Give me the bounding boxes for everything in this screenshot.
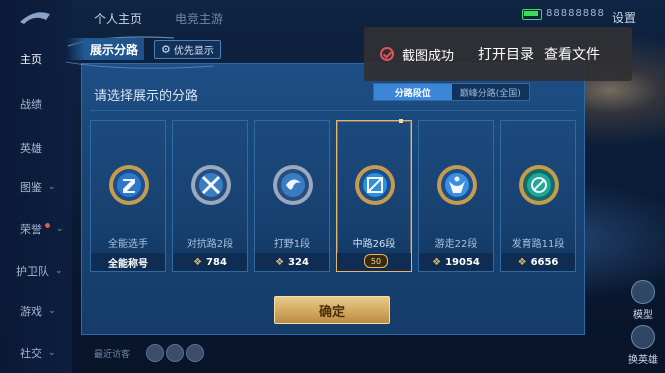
lane-card-mid[interactable]: 中路26段 50	[336, 119, 412, 272]
open-directory-button[interactable]: 打开目录	[478, 44, 534, 64]
gem-icon: ❖	[193, 256, 203, 268]
lane-card-footer: ❖ 324	[255, 253, 329, 271]
farm-lane-emblem-icon	[519, 165, 559, 205]
sidebar-item-home[interactable]: 主页	[0, 48, 72, 70]
avatar[interactable]	[166, 344, 184, 362]
sidebar-item-hero[interactable]: 英雄	[0, 137, 72, 159]
lane-card-all-round[interactable]: 全能选手 全能称号	[90, 120, 166, 272]
lane-card-footer: ❖ 19054	[419, 253, 493, 271]
sidebar-item-guard[interactable]: 护卫队 ⌄	[0, 260, 72, 282]
lane-card-jungle[interactable]: 打野1段 ❖ 324	[254, 120, 330, 272]
sidebar-item-codex[interactable]: 图鉴 ⌄	[0, 176, 72, 198]
avatar[interactable]	[146, 344, 164, 362]
chevron-down-icon: ⌄	[48, 182, 56, 192]
sidebar-item-game[interactable]: 游戏 ⌄	[0, 300, 72, 322]
lane-card-footer: 全能称号	[91, 253, 165, 271]
model-button[interactable]: 模型	[626, 280, 660, 321]
toast-message: 截图成功	[402, 48, 455, 64]
screenshot-toast: 截图成功 打开目录 查看文件	[364, 27, 632, 81]
avatar[interactable]	[186, 344, 204, 362]
tab-personal-home[interactable]: 个人主页	[94, 10, 142, 27]
rank-badge: 50	[364, 254, 388, 268]
all-round-emblem-icon	[109, 165, 149, 205]
gem-icon: ❖	[432, 256, 442, 268]
change-hero-icon	[631, 325, 655, 349]
status-digits: 88888888	[546, 8, 605, 19]
tab-peak-lane[interactable]: 巅峰分路(全国)	[452, 84, 530, 100]
confirm-button[interactable]: 确定	[274, 296, 390, 324]
sidebar-item-social[interactable]: 社交 ⌄	[0, 342, 72, 364]
lane-card-footer: ❖ 784	[173, 253, 247, 271]
view-file-button[interactable]: 查看文件	[544, 44, 600, 64]
tab-lane-rank[interactable]: 分路段位	[374, 84, 452, 100]
chevron-down-icon: ⌄	[55, 266, 63, 276]
gear-icon: ⚙	[161, 43, 171, 56]
sidebar: 主页 战绩 英雄 图鉴 ⌄ 荣誉 ⌄ 护卫队 ⌄ 游戏 ⌄ 社交 ⌄	[0, 0, 72, 373]
lane-tab-switch: 分路段位 巅峰分路(全国)	[373, 83, 530, 101]
lane-card-name: 全能选手	[108, 239, 148, 250]
lane-card-farm[interactable]: 发育路11段 ❖ 6656	[500, 120, 576, 272]
sidebar-item-honor[interactable]: 荣誉 ⌄	[0, 218, 72, 240]
check-circle-icon	[380, 47, 394, 61]
recent-visitors-label: 最近访客	[94, 350, 131, 360]
chevron-down-icon: ⌄	[48, 348, 56, 358]
lane-card-name: 中路26段	[352, 239, 396, 250]
clash-lane-emblem-icon	[191, 165, 231, 205]
lane-card-name: 游走22段	[434, 239, 478, 250]
notification-dot	[45, 222, 50, 228]
chevron-down-icon: ⌄	[48, 306, 56, 316]
battery-icon	[522, 9, 542, 20]
lane-card-roam[interactable]: 游走22段 ❖ 19054	[418, 120, 494, 272]
back-logo-icon[interactable]	[16, 6, 54, 28]
priority-display-button[interactable]: ⚙ 优先显示	[154, 40, 221, 59]
tab-esports-home[interactable]: 电竞主游	[175, 10, 223, 27]
gem-icon: ❖	[517, 256, 527, 268]
dialog-subtitle: 请选择展示的分路	[94, 89, 199, 104]
dialog-title-tab: 展示分路	[66, 38, 145, 60]
mid-lane-emblem-icon	[355, 165, 395, 205]
sidebar-item-record[interactable]: 战绩	[0, 93, 72, 115]
lane-card-name: 打野1段	[273, 239, 311, 250]
change-hero-button[interactable]: 换英雄	[626, 325, 660, 366]
lane-card-clash[interactable]: 对抗路2段 ❖ 784	[172, 120, 248, 272]
lane-card-footer: ❖ 6656	[501, 253, 575, 271]
selected-corner-marker	[399, 119, 403, 123]
lane-card-name: 发育路11段	[511, 239, 565, 250]
lane-card-name: 对抗路2段	[186, 239, 234, 250]
gem-icon: ❖	[275, 256, 285, 268]
roam-emblem-icon	[437, 165, 477, 205]
chevron-down-icon: ⌄	[56, 224, 64, 234]
jungle-emblem-icon	[273, 165, 313, 205]
model-icon	[631, 280, 655, 304]
dialog-title: 展示分路	[90, 42, 139, 57]
divider	[90, 110, 575, 111]
settings-button[interactable]: 设置	[612, 9, 636, 26]
